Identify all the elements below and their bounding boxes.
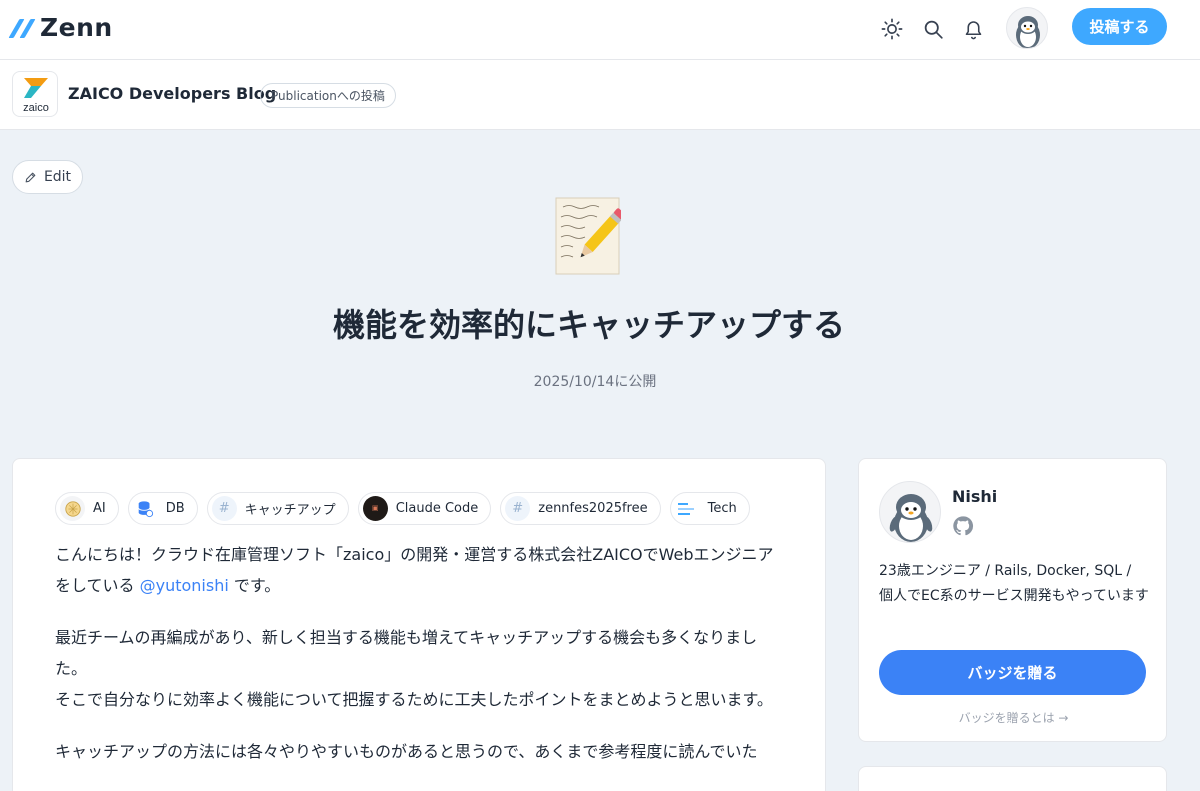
tag-label: Tech bbox=[707, 501, 737, 516]
tag-label: キャッチアップ bbox=[244, 503, 336, 518]
tag-zennfes[interactable]: # zennfes2025free bbox=[500, 492, 661, 525]
published-date: 2025/10/14に公開 bbox=[533, 374, 657, 390]
publication-post-badge: Publicationへの投稿 bbox=[260, 83, 396, 108]
author-name[interactable]: Nishi bbox=[952, 487, 997, 506]
author-avatar[interactable] bbox=[879, 481, 941, 543]
article-card: AI DB # キャッチアップ ▣ Claude Code # zennfes2… bbox=[12, 458, 826, 791]
article-body: こんにちは！クラウド在庫管理ソフト「zaico」の開発・運営する株式会社ZAIC… bbox=[55, 539, 785, 788]
tag-label: AI bbox=[93, 501, 106, 516]
paragraph: キャッチアップの方法には各々やりやすいものがあると思うので、あくまで参考程度に読… bbox=[55, 742, 758, 761]
article-title: 機能を効率的にキャッチアップする bbox=[332, 306, 845, 344]
zenn-logo-mark bbox=[8, 16, 38, 38]
tag-label: zennfes2025free bbox=[538, 501, 648, 516]
edit-label: Edit bbox=[43, 169, 72, 185]
tag-catchup[interactable]: # キャッチアップ bbox=[206, 492, 349, 525]
send-badge-button[interactable]: バッジを贈る bbox=[879, 650, 1146, 695]
memo-emoji-icon bbox=[555, 197, 626, 275]
tag-db[interactable]: DB bbox=[127, 492, 198, 525]
tag-tech[interactable]: Tech bbox=[669, 492, 750, 525]
tech-icon bbox=[675, 496, 700, 521]
edit-button[interactable]: Edit bbox=[12, 160, 83, 194]
author-mention-link[interactable]: @yutonishi bbox=[140, 576, 229, 595]
paragraph: 最近チームの再編成があり、新しく担当する機能も増えてキャッチアップする機会も多く… bbox=[55, 628, 773, 709]
sidebar-card bbox=[858, 766, 1167, 791]
hashtag-icon: # bbox=[211, 496, 237, 521]
theme-toggle-icon[interactable] bbox=[876, 13, 908, 45]
top-header: Zenn 投稿する bbox=[0, 0, 1200, 60]
tag-label: Claude Code bbox=[395, 501, 479, 516]
zaico-logo[interactable]: zaico bbox=[12, 71, 58, 117]
user-avatar[interactable] bbox=[1006, 7, 1048, 49]
topic-tags: AI DB # キャッチアップ ▣ Claude Code # zennfes2… bbox=[55, 492, 750, 525]
publication-name[interactable]: ZAICO Developers Blog bbox=[68, 84, 276, 103]
publication-bar: zaico ZAICO Developers Blog Publicationへ… bbox=[0, 60, 1200, 130]
github-icon[interactable] bbox=[952, 515, 974, 537]
svg-text:zaico: zaico bbox=[23, 102, 49, 114]
author-card: Nishi 23歳エンジニア / Rails, Docker, SQL / 個人… bbox=[858, 458, 1167, 742]
tag-label: DB bbox=[165, 501, 185, 516]
search-icon[interactable] bbox=[917, 13, 949, 45]
author-bio: 23歳エンジニア / Rails, Docker, SQL / 個人でEC系のサ… bbox=[879, 563, 1149, 604]
tag-ai[interactable]: AI bbox=[55, 492, 119, 525]
bell-icon[interactable] bbox=[957, 13, 989, 45]
hashtag-icon: # bbox=[505, 496, 531, 521]
post-button[interactable]: 投稿する bbox=[1072, 8, 1167, 45]
pencil-icon bbox=[25, 172, 36, 182]
badge-help-link[interactable]: バッジを贈るとは → bbox=[859, 709, 1168, 726]
paragraph: こんにちは！クラウド在庫管理ソフト「zaico」の開発・運営する株式会社ZAIC… bbox=[55, 545, 774, 595]
claude-code-icon: ▣ bbox=[362, 496, 388, 521]
database-icon bbox=[133, 496, 158, 521]
zenn-logo[interactable]: Zenn bbox=[8, 12, 113, 42]
tag-claude-code[interactable]: ▣ Claude Code bbox=[357, 492, 492, 525]
zenn-logo-text: Zenn bbox=[40, 12, 113, 42]
ai-brain-icon bbox=[60, 496, 85, 521]
